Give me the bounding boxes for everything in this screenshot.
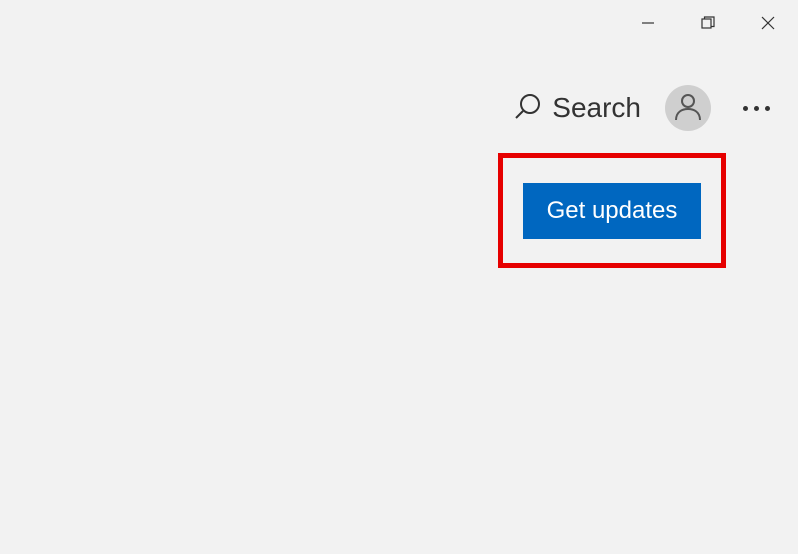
user-avatar[interactable] (665, 85, 711, 131)
more-button[interactable] (735, 98, 778, 119)
search-icon (514, 92, 542, 125)
get-updates-button[interactable]: Get updates (523, 183, 702, 239)
minimize-button[interactable] (618, 0, 678, 50)
close-button[interactable] (738, 0, 798, 50)
search-label: Search (552, 92, 641, 124)
window-controls (618, 0, 798, 50)
person-icon (673, 91, 703, 126)
minimize-icon (641, 16, 655, 35)
ellipsis-icon (743, 106, 748, 111)
maximize-button[interactable] (678, 0, 738, 50)
highlight-annotation: Get updates (498, 153, 726, 268)
close-icon (761, 16, 775, 35)
ellipsis-icon (754, 106, 759, 111)
toolbar: Search (514, 85, 778, 131)
ellipsis-icon (765, 106, 770, 111)
search-button[interactable]: Search (514, 92, 641, 125)
maximize-icon (701, 16, 715, 35)
